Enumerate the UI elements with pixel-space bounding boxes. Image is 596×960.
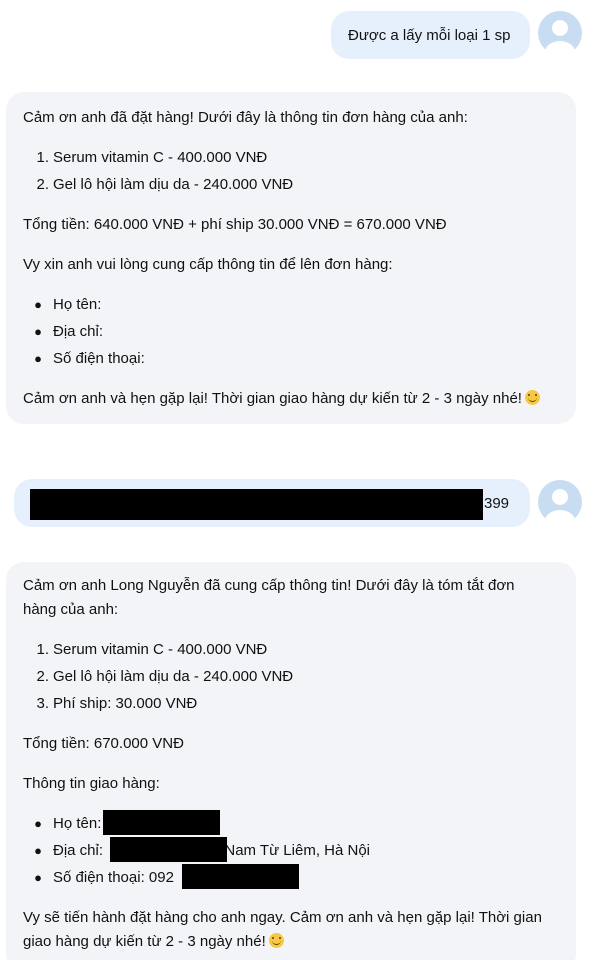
user-message-text: Được a lấy mỗi loại 1 sp — [348, 27, 511, 44]
assistant-message-bubble: Cảm ơn anh đã đặt hàng! Dưới đây là thôn… — [6, 92, 576, 424]
closing-text: Cảm ơn anh và hẹn gặp lại! Thời gian gia… — [23, 389, 540, 409]
redacted-block — [182, 864, 299, 889]
list-item: 3. Phí ship: 30.000 VNĐ — [23, 694, 197, 714]
list-number: 1. — [36, 641, 49, 658]
closing-text: giao hàng dự kiến từ 2 - 3 ngày nhé! — [23, 932, 284, 952]
bullet-icon: ● — [34, 297, 42, 312]
closing-text-content: giao hàng dự kiến từ 2 - 3 ngày nhé! — [23, 933, 266, 950]
address-suffix: , Nam Từ Liêm, Hà Nội — [216, 842, 371, 859]
bullet-icon: ● — [34, 816, 42, 831]
list-item: ● Họ tên: — [23, 295, 101, 315]
smiling-face-emoji-icon — [524, 390, 540, 405]
user-message-bubble: 399 — [14, 479, 530, 527]
list-item: ● Địa chỉ: — [23, 322, 103, 342]
message-text: Cảm ơn anh Long Nguyễn đã cung cấp thông… — [23, 577, 515, 594]
list-item-text: Họ tên: — [53, 296, 102, 313]
user-avatar-icon — [545, 20, 575, 55]
name-label: Họ tên: — [53, 815, 102, 832]
bullet-icon: ● — [34, 843, 42, 858]
list-item: 2. Gel lô hội làm dịu da - 240.000 VNĐ — [23, 175, 293, 195]
total-text: Tổng tiền: 670.000 VNĐ — [23, 735, 184, 752]
list-item-text: Serum vitamin C - 400.000 VNĐ — [53, 149, 268, 166]
redacted-block — [103, 810, 220, 835]
list-number: 2. — [36, 668, 49, 685]
user-avatar-icon — [545, 489, 575, 524]
address-label: Địa chỉ: — [53, 842, 104, 859]
list-item-text: Phí ship: 30.000 VNĐ — [53, 695, 198, 712]
list-number: 3. — [36, 695, 49, 712]
bullet-icon: ● — [34, 324, 42, 339]
bullet-icon: ● — [34, 870, 42, 885]
list-item: 1. Serum vitamin C - 400.000 VNĐ — [23, 148, 267, 168]
user-avatar — [538, 11, 582, 55]
smiling-face-emoji-icon — [268, 933, 284, 948]
user-avatar — [538, 480, 582, 524]
closing-text: Vy sẽ tiến hành đặt hàng cho anh ngay. C… — [23, 909, 542, 926]
assistant-message-bubble: Cảm ơn anh Long Nguyễn đã cung cấp thông… — [6, 562, 576, 960]
list-item: ● Số điện thoại: 092 — [23, 868, 174, 888]
message-text: Cảm ơn anh đã đặt hàng! Dưới đây là thôn… — [23, 109, 468, 126]
list-item: 1. Serum vitamin C - 400.000 VNĐ — [23, 640, 267, 660]
user-message-text: 399 — [484, 495, 510, 512]
list-item: ● Họ tên: — [23, 814, 101, 834]
list-item-text: Địa chỉ: — [53, 323, 104, 340]
message-text: hàng của anh: — [23, 601, 119, 618]
total-text: Tổng tiền: 640.000 VNĐ + phí ship 30.000… — [23, 216, 447, 233]
bullet-icon: ● — [34, 351, 42, 366]
phone-label: Số điện thoại: 092 — [53, 869, 174, 886]
list-item-text: Gel lô hội làm dịu da - 240.000 VNĐ — [53, 176, 294, 193]
list-number: 1. — [36, 149, 49, 166]
redacted-block — [30, 489, 483, 520]
list-item: 2. Gel lô hội làm dịu da - 240.000 VNĐ — [23, 667, 293, 687]
list-number: 2. — [36, 176, 49, 193]
list-item-text: Số điện thoại: — [53, 350, 145, 367]
request-text: Vy xin anh vui lòng cung cấp thông tin đ… — [23, 256, 393, 273]
shipping-header: Thông tin giao hàng: — [23, 775, 160, 792]
list-item: ● Số điện thoại: — [23, 349, 145, 369]
closing-text-content: Cảm ơn anh và hẹn gặp lại! Thời gian gia… — [23, 390, 522, 407]
list-item-text: Gel lô hội làm dịu da - 240.000 VNĐ — [53, 668, 294, 685]
user-message-bubble: Được a lấy mỗi loại 1 sp — [331, 11, 530, 59]
list-item-text: Serum vitamin C - 400.000 VNĐ — [53, 641, 268, 658]
redacted-block — [110, 837, 227, 862]
